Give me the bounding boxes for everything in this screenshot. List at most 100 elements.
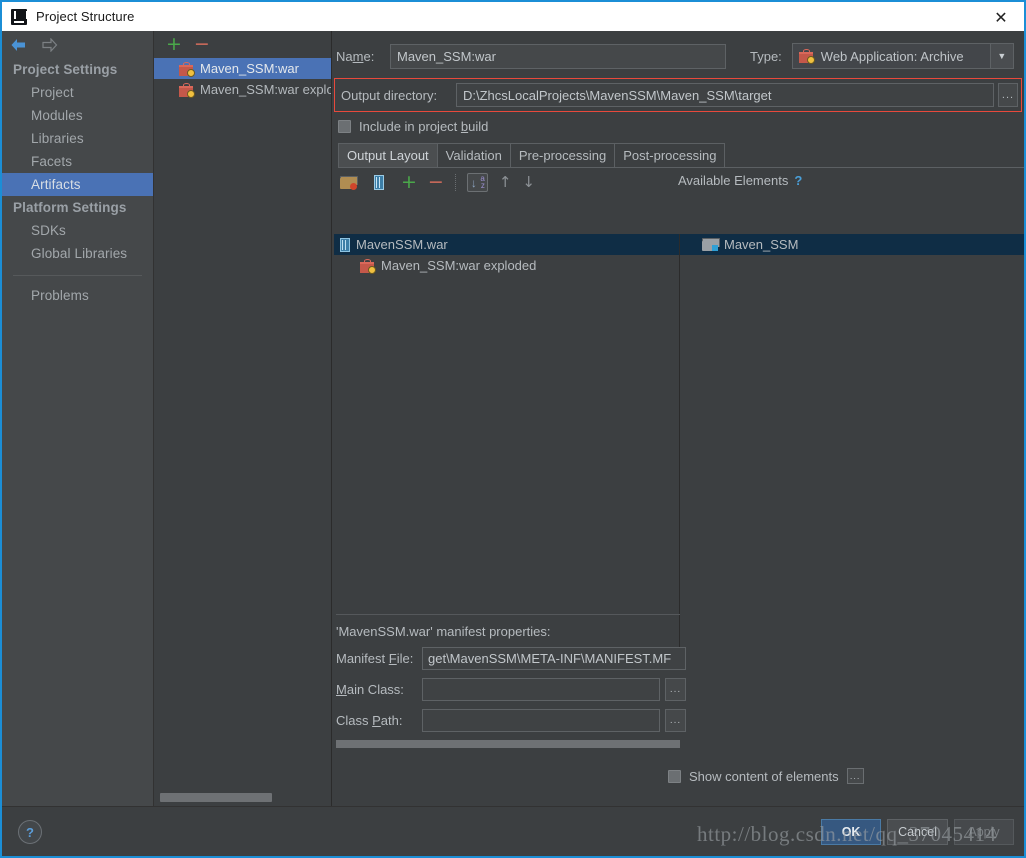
artifact-type-select[interactable]: Web Application: Archive ▼ — [791, 43, 1014, 69]
tab-output-layout[interactable]: Output Layout — [338, 143, 438, 167]
name-label: Name: — [336, 48, 375, 64]
artifact-name-input[interactable]: Maven_SSM:war — [390, 43, 726, 69]
manifest-file-value: get\MavenSSM\META-INF\MANIFEST.MF — [428, 651, 672, 666]
detail-tabs: Output Layout Validation Pre-processing … — [338, 143, 1024, 168]
war-archive-icon — [340, 237, 350, 252]
type-label: Type: — [750, 48, 782, 64]
include-in-build-row[interactable]: Include in project build — [332, 112, 1024, 134]
output-directory-highlight: Output directory: D:\ZhcsLocalProjects\M… — [334, 78, 1022, 112]
class-path-browse-button[interactable]: ... — [665, 709, 686, 732]
remove-icon: − — [427, 171, 444, 193]
show-content-row: Show content of elements ... — [668, 768, 864, 784]
sort-alphabetically-icon[interactable]: ↓ a z — [466, 173, 488, 192]
tree-row[interactable]: Maven_SSM — [680, 234, 1024, 255]
output-directory-input[interactable]: D:\ZhcsLocalProjects\MavenSSM\Maven_SSM\… — [456, 83, 994, 107]
tree-row-label: MavenSSM.war — [356, 237, 448, 252]
move-up-icon[interactable]: ↑ — [499, 175, 512, 190]
remove-artifact-button[interactable]: − — [194, 35, 210, 54]
output-directory-browse-button[interactable]: ... — [998, 83, 1018, 107]
sidebar-item-modules[interactable]: Modules — [2, 104, 153, 127]
nav-history-arrows — [2, 31, 153, 58]
toolbar-separator — [454, 174, 456, 191]
manifest-divider — [336, 614, 680, 615]
add-artifact-button[interactable]: + — [166, 35, 182, 54]
artifact-name-value: Maven_SSM:war — [397, 48, 496, 64]
class-path-input[interactable] — [422, 709, 660, 732]
manifest-file-label: Manifest File: — [336, 651, 414, 666]
create-directory-icon[interactable] — [340, 175, 358, 190]
output-layout-panes: MavenSSM.war Maven_SSM:war exploded Mave… — [334, 234, 1024, 668]
window-title: Project Structure — [36, 9, 135, 24]
output-directory-value: D:\ZhcsLocalProjects\MavenSSM\Maven_SSM\… — [463, 87, 772, 103]
output-directory-label: Output directory: — [341, 87, 438, 103]
cancel-button[interactable]: Cancel — [887, 819, 948, 845]
chevron-down-icon[interactable]: ▼ — [989, 44, 1013, 68]
manifest-file-input[interactable]: get\MavenSSM\META-INF\MANIFEST.MF — [422, 647, 686, 670]
dialog-body: Project Settings Project Modules Librari… — [2, 31, 1024, 806]
main-class-label: Main Class: — [336, 682, 404, 697]
sidebar-item-project[interactable]: Project — [2, 81, 153, 104]
apply-button[interactable]: Apply — [954, 819, 1014, 845]
show-content-checkbox[interactable] — [668, 769, 681, 783]
manifest-horizontal-scrollbar[interactable] — [336, 740, 680, 748]
nav-group-project-settings: Project Settings — [13, 62, 118, 77]
sidebar-item-sdks[interactable]: SDKs — [2, 219, 153, 242]
artifact-detail-pane: Name: Maven_SSM:war Type: Web Applicatio… — [332, 31, 1024, 806]
list-item-label: Maven_SSM:war exploded — [200, 82, 331, 97]
sidebar-divider — [13, 275, 142, 276]
create-archive-icon[interactable] — [374, 175, 384, 190]
artifact-icon — [179, 61, 195, 77]
main-class-input[interactable] — [422, 678, 660, 701]
sidebar-item-artifacts[interactable]: Artifacts — [2, 173, 153, 196]
move-down-icon[interactable]: ↓ — [522, 175, 535, 190]
available-elements-label: Available Elements — [678, 173, 789, 188]
artifacts-list: Maven_SSM:war Maven_SSM:war exploded — [154, 58, 331, 806]
intellij-idea-icon — [11, 8, 28, 25]
manifest-properties-section: 'MavenSSM.war' manifest properties: Mani… — [336, 614, 686, 748]
main-class-browse-button[interactable]: ... — [665, 678, 686, 701]
artifact-icon — [798, 49, 815, 64]
module-icon — [702, 238, 720, 251]
name-type-row: Name: Maven_SSM:war Type: Web Applicatio… — [332, 31, 1024, 69]
sidebar-item-global-libraries[interactable]: Global Libraries — [2, 242, 153, 265]
manifest-file-row: Manifest File: get\MavenSSM\META-INF\MAN… — [336, 647, 686, 670]
add-icon[interactable]: + — [401, 173, 417, 192]
dialog-buttons: OK Cancel Apply — [821, 819, 1014, 845]
tree-row[interactable]: MavenSSM.war — [334, 234, 679, 255]
output-layout-tree: MavenSSM.war Maven_SSM:war exploded — [334, 234, 680, 668]
tab-pre-processing[interactable]: Pre-processing — [509, 143, 616, 167]
sidebar-item-facets[interactable]: Facets — [2, 150, 153, 173]
list-item[interactable]: Maven_SSM:war exploded — [154, 79, 331, 100]
dialog-footer: ? OK Cancel Apply — [2, 806, 1024, 856]
artifact-type-value: Web Application: Archive — [820, 48, 964, 64]
artifacts-horizontal-scrollbar[interactable] — [160, 793, 308, 802]
ok-button[interactable]: OK — [821, 819, 882, 845]
tab-validation[interactable]: Validation — [436, 143, 511, 167]
output-layout-toolbar: + − ↓ a z ↑ ↓ Available Elements? — [332, 170, 1024, 195]
nav-group-platform-settings: Platform Settings — [13, 200, 127, 215]
sidebar-item-problems[interactable]: Problems — [2, 284, 153, 307]
tree-row[interactable]: Maven_SSM:war exploded — [334, 255, 679, 276]
list-item[interactable]: Maven_SSM:war — [154, 58, 331, 79]
tree-row-label: Maven_SSM — [724, 237, 799, 252]
forward-arrow-icon — [41, 37, 58, 52]
show-content-browse-button[interactable]: ... — [846, 768, 864, 784]
artifacts-list-panel: + − Maven_SSM:war Maven_SSM:war exploded — [154, 31, 332, 806]
available-elements-header: Available Elements? — [678, 173, 802, 188]
close-icon[interactable]: ✕ — [978, 2, 1024, 33]
help-button[interactable]: ? — [18, 820, 42, 844]
manifest-title: 'MavenSSM.war' manifest properties: — [336, 624, 551, 639]
tree-row-label: Maven_SSM:war exploded — [381, 258, 537, 273]
class-path-label: Class Path: — [336, 713, 403, 728]
title-bar: Project Structure ✕ — [2, 0, 1024, 31]
include-in-build-checkbox[interactable] — [338, 120, 351, 133]
artifact-icon — [179, 82, 195, 98]
help-icon[interactable]: ? — [794, 173, 802, 188]
artifact-icon — [360, 258, 376, 274]
tab-post-processing[interactable]: Post-processing — [614, 143, 726, 167]
show-content-label: Show content of elements — [689, 768, 839, 784]
project-structure-dialog: Project Structure ✕ Project Settings Pro… — [0, 0, 1026, 858]
back-arrow-icon[interactable] — [10, 38, 27, 52]
list-item-label: Maven_SSM:war — [200, 61, 299, 76]
sidebar-item-libraries[interactable]: Libraries — [2, 127, 153, 150]
